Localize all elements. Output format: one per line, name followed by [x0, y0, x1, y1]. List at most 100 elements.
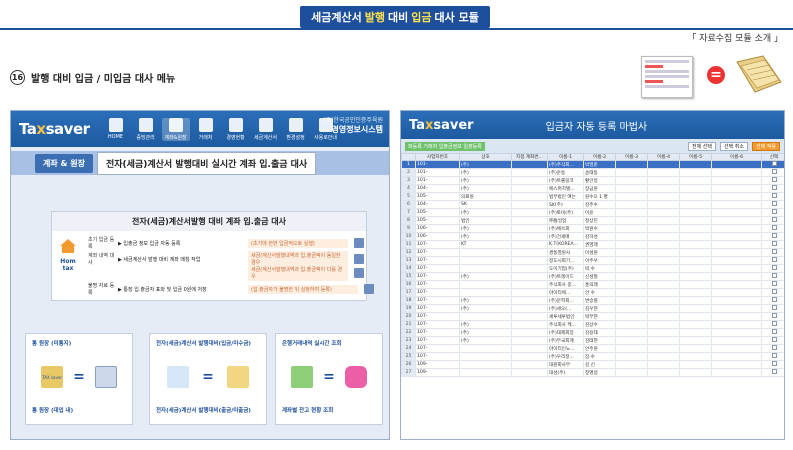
column-header[interactable] — [401, 153, 416, 161]
nav-evidence[interactable]: 증빙관리 — [132, 117, 160, 141]
table-row[interactable]: 22 107- (주) (주)대제회장 김용태 — [401, 328, 784, 337]
row-select-checkbox[interactable] — [761, 184, 784, 193]
column-header[interactable]: 이름-2 — [583, 153, 616, 161]
checkbox-icon[interactable] — [771, 217, 777, 222]
checkbox-icon[interactable] — [771, 241, 777, 246]
checkbox-icon[interactable] — [771, 369, 777, 374]
row-select-checkbox[interactable] — [761, 296, 784, 305]
table-row[interactable]: 23 107- (주) (주)부국회계 김태현 — [401, 336, 784, 345]
table-row[interactable]: 5 105- 의료원 법무법인 여는 원수오 1 명 — [401, 192, 784, 201]
row-select-checkbox[interactable] — [761, 304, 784, 313]
checkbox-icon[interactable] — [771, 249, 777, 254]
nav-tax-invoice[interactable]: 세금계산서 — [252, 117, 280, 141]
checkbox-icon[interactable] — [771, 225, 777, 230]
row-select-checkbox[interactable] — [761, 208, 784, 217]
checkbox-icon[interactable] — [771, 305, 777, 310]
column-header[interactable]: 이름-1 — [547, 153, 584, 161]
column-header[interactable]: 지점 계좌번... — [511, 153, 548, 161]
column-header[interactable]: 상호 — [459, 153, 512, 161]
row-select-checkbox[interactable] — [761, 240, 784, 249]
checkbox-icon[interactable] — [771, 185, 777, 190]
column-header[interactable]: 이름-5 — [679, 153, 712, 161]
checkbox-icon[interactable] — [771, 321, 777, 326]
checkbox-icon[interactable] — [771, 233, 777, 238]
checkbox-icon[interactable] — [771, 353, 777, 358]
table-row[interactable]: 15 107- (주) (주)트레이드 신성철 — [401, 272, 784, 281]
table-row[interactable]: 25 107- (주)우리정... 장 수 — [401, 352, 784, 361]
table-row[interactable]: 24 107- 아이티인노... 안주원 — [401, 344, 784, 353]
table-row[interactable]: 17 107- 아이티에... 안 수 — [401, 288, 784, 297]
table-row[interactable]: 12 107- 경동영원사 이성원 — [401, 248, 784, 257]
checkbox-icon[interactable] — [771, 209, 777, 214]
nav-clients[interactable]: 거래처 — [192, 117, 220, 141]
checkbox-icon[interactable] — [771, 257, 777, 262]
checkbox-icon[interactable] — [771, 273, 777, 278]
deselect-button[interactable]: 선택 취소 — [720, 141, 748, 151]
card-bank-inquiry[interactable]: 은행거래내역 실시간 조회 = 계좌별 잔고 현황 조회 — [275, 333, 383, 425]
checkbox-icon[interactable] — [771, 337, 777, 342]
table-row[interactable]: 26 109- 대원회사무 김 신 — [401, 360, 784, 369]
row-select-checkbox[interactable] — [761, 320, 784, 329]
table-row[interactable]: 7 105- (주) (주)토비(주) 이윤 — [401, 208, 784, 217]
column-header[interactable]: 이름-4 — [647, 153, 680, 161]
checkbox-icon[interactable] — [771, 169, 777, 174]
row-select-checkbox[interactable] — [761, 328, 784, 337]
row-select-checkbox[interactable] — [761, 312, 784, 321]
checkbox-icon[interactable] — [771, 313, 777, 318]
row-select-checkbox[interactable] — [761, 160, 784, 169]
column-header[interactable]: 사업자번호 — [415, 153, 460, 161]
table-row[interactable]: 27 109- 대성(주) 정명섭 — [401, 368, 784, 377]
row-select-checkbox[interactable] — [761, 352, 784, 361]
row-select-checkbox[interactable] — [761, 224, 784, 233]
tab-account-ledger[interactable]: 계좌 & 원장 — [35, 153, 93, 173]
table-row[interactable]: 14 107- 도이기업(주) 박 수 — [401, 264, 784, 273]
row-select-checkbox[interactable] — [761, 280, 784, 289]
table-row[interactable]: 3 101- (주) (주)트롤링코 황인일 — [401, 176, 784, 185]
checkbox-icon[interactable] — [771, 281, 777, 286]
row-select-checkbox[interactable] — [761, 232, 784, 241]
row-select-checkbox[interactable] — [761, 248, 784, 257]
table-row[interactable]: 11 107- KT K.T(KOREA... 권영래 — [401, 240, 784, 249]
card-invoice-deposit[interactable]: 전자(세금)계산서 발행대비(입금/미수금) = 전자(세금)계산서 발행대비(… — [149, 333, 267, 425]
row-select-checkbox[interactable] — [761, 256, 784, 265]
row-select-checkbox[interactable] — [761, 264, 784, 273]
apply-selection-button[interactable]: 선택 적용 — [752, 141, 780, 151]
row-select-checkbox[interactable] — [761, 200, 784, 209]
table-row[interactable]: 9 106- (주) (주)에쓰회 박원수 — [401, 224, 784, 233]
table-row[interactable]: 2 101- (주) (주)운동 송태동 — [401, 168, 784, 177]
checkbox-icon[interactable] — [771, 345, 777, 350]
row-select-checkbox[interactable] — [761, 368, 784, 377]
card-ledger[interactable]: 통 원장 (미통지) TAX saver = 통 원장 (대입 내) — [25, 333, 133, 425]
row-select-checkbox[interactable] — [761, 168, 784, 177]
table-row[interactable]: 1 101- (주) (주)주식회... 박영준 — [401, 160, 784, 169]
nav-account-ledger[interactable]: 계좌&원장 — [161, 117, 190, 141]
checkbox-icon[interactable] — [771, 201, 777, 206]
row-select-checkbox[interactable] — [761, 192, 784, 201]
table-row[interactable]: 19 107- (주) (주)세오(... 김우현 — [401, 304, 784, 313]
row-select-checkbox[interactable] — [761, 360, 784, 369]
checkbox-icon[interactable] — [771, 177, 777, 182]
row-select-checkbox[interactable] — [761, 344, 784, 353]
table-row[interactable]: 16 107- 주식회사 중... 홍의래 — [401, 280, 784, 289]
table-row[interactable]: 4 104- (주) 에스퍼치텔... 장금원 — [401, 184, 784, 193]
row-select-checkbox[interactable] — [761, 216, 784, 225]
column-header[interactable]: 이름-6 — [711, 153, 762, 161]
nav-home[interactable]: HOME — [102, 117, 130, 141]
checkbox-icon[interactable] — [771, 265, 777, 270]
checkbox-icon[interactable] — [771, 297, 777, 302]
checkbox-icon[interactable] — [771, 329, 777, 334]
row-select-checkbox[interactable] — [761, 176, 784, 185]
column-header[interactable]: 선택 — [761, 153, 784, 161]
row-select-checkbox[interactable] — [761, 288, 784, 297]
table-row[interactable]: 21 107- (주) 주식회사 케... 김상수 — [401, 320, 784, 329]
run-icon[interactable] — [354, 254, 364, 264]
nav-settings[interactable]: 환경설정 — [282, 117, 310, 141]
nav-business-status[interactable]: 경영현황 — [222, 117, 250, 141]
table-row[interactable]: 20 107- 세루세루법인 박무현 — [401, 312, 784, 321]
checkbox-icon[interactable] — [771, 289, 777, 294]
table-row[interactable]: 13 107- 정도시회기... 이주우 — [401, 256, 784, 265]
table-row[interactable]: 10 106- (주) (주)건세매 김하성 — [401, 232, 784, 241]
row-select-checkbox[interactable] — [761, 336, 784, 345]
table-row[interactable]: 18 107- (주) (주)문학회... 변승렬 — [401, 296, 784, 305]
checkbox-icon[interactable] — [771, 193, 777, 198]
